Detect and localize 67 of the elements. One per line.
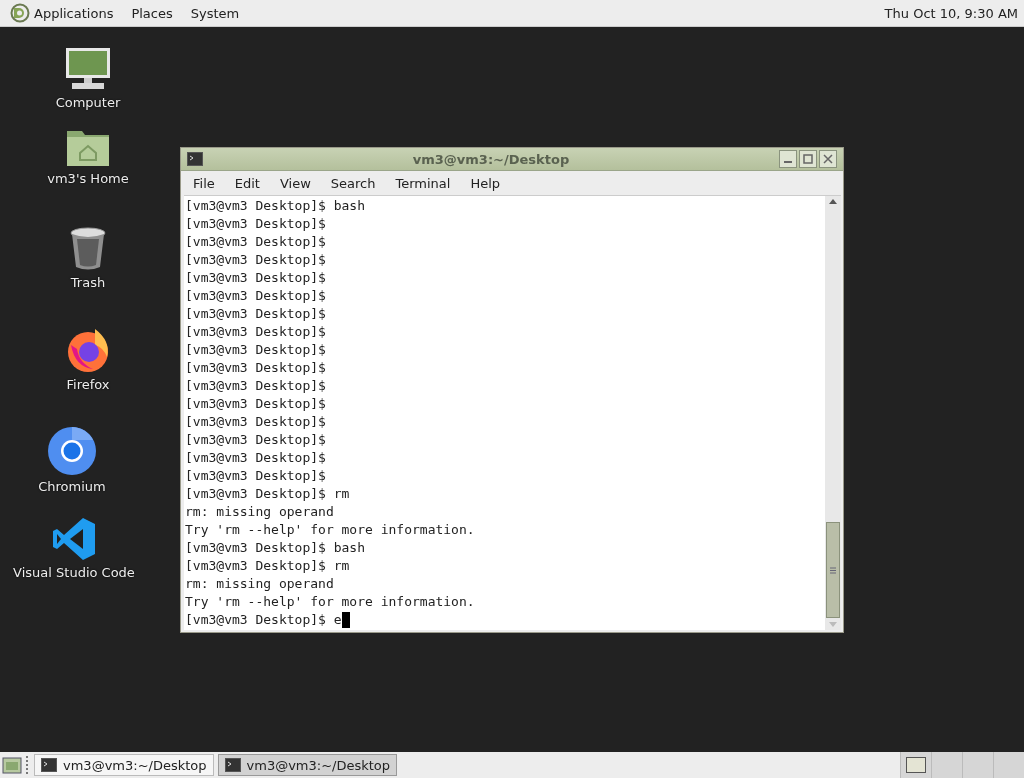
terminal-line: [vm3@vm3 Desktop]$ bash — [185, 539, 366, 557]
maximize-button[interactable] — [799, 150, 817, 168]
panel-menu[interactable]: Places — [131, 5, 173, 21]
close-icon — [823, 154, 833, 164]
close-button[interactable] — [819, 150, 837, 168]
trash-can-icon[interactable] — [69, 227, 107, 271]
terminal-line: [vm3@vm3 Desktop]$ bash — [185, 197, 366, 215]
terminal-line: [vm3@vm3 Desktop]$ — [185, 215, 327, 233]
scrollbar[interactable] — [825, 196, 841, 630]
terminal-line: [vm3@vm3 Desktop]$ — [185, 233, 327, 251]
fox-globe-icon[interactable] — [65, 327, 111, 373]
show-desktop-icon[interactable] — [2, 756, 22, 774]
menu-item[interactable]: Terminal — [395, 175, 451, 191]
menu-item[interactable]: View — [279, 175, 311, 191]
minimize-icon — [784, 161, 792, 163]
terminal-icon — [41, 758, 57, 772]
menu-item[interactable]: Edit — [234, 175, 260, 191]
scroll-thumb[interactable] — [826, 522, 840, 618]
terminal-line: rm: missing operand — [185, 575, 335, 593]
terminal-line: [vm3@vm3 Desktop]$ — [185, 431, 327, 449]
terminal-line: [vm3@vm3 Desktop]$ — [185, 413, 327, 431]
menu-item[interactable]: Search — [330, 175, 376, 191]
terminal-line: [vm3@vm3 Desktop]$ — [185, 395, 327, 413]
terminal-line: [vm3@vm3 Desktop]$ — [185, 305, 327, 323]
desktop-icon-label[interactable]: vm3's Home — [47, 171, 129, 186]
panel-menu[interactable]: Applications — [34, 5, 114, 21]
terminal-line: [vm3@vm3 Desktop]$ — [185, 359, 327, 377]
desktop-icon-label[interactable]: Visual Studio Code — [13, 565, 135, 580]
terminal-line: [vm3@vm3 Desktop]$ rm — [185, 485, 351, 503]
terminal-line: [vm3@vm3 Desktop]$ — [185, 341, 327, 359]
text-cursor — [341, 612, 350, 628]
terminal-line: [vm3@vm3 Desktop]$ rm — [185, 557, 351, 575]
terminal-line: [vm3@vm3 Desktop]$ — [185, 251, 327, 269]
menu-item[interactable]: File — [193, 175, 215, 191]
minimize-button[interactable] — [779, 150, 797, 168]
panel-menu[interactable]: System — [190, 5, 240, 21]
desktop-icon-label[interactable]: Trash — [70, 275, 106, 290]
scroll-up-icon[interactable] — [829, 199, 837, 204]
desktop-icon-label[interactable]: Chromium — [38, 479, 106, 494]
workspace-switcher[interactable] — [993, 752, 1024, 778]
command-input[interactable]: [vm3@vm3 Desktop]$ e — [185, 611, 342, 629]
terminal-line: Try 'rm --help' for more information. — [185, 593, 476, 611]
terminal-icon — [224, 758, 241, 772]
code-editor-icon[interactable] — [52, 517, 96, 561]
taskbar-button[interactable]: vm3@vm3:~/Desktop — [34, 754, 214, 776]
terminal-line: [vm3@vm3 Desktop]$ — [185, 467, 327, 485]
terminal-line: [vm3@vm3 Desktop]$ — [185, 377, 327, 395]
workspace-switcher[interactable] — [900, 752, 931, 778]
desktop-icon-label[interactable]: Computer — [55, 95, 121, 110]
chromium-icon[interactable] — [48, 427, 96, 475]
maximize-icon — [803, 154, 813, 164]
terminal-line: Try 'rm --help' for more information. — [185, 521, 476, 539]
terminal-line: [vm3@vm3 Desktop]$ — [185, 269, 327, 287]
computer-icon[interactable] — [64, 47, 112, 91]
terminal-line: rm: missing operand — [185, 503, 335, 521]
taskbar-button[interactable]: vm3@vm3:~/Desktop — [217, 754, 398, 776]
terminal-line: [vm3@vm3 Desktop]$ — [185, 449, 327, 467]
workspace-switcher[interactable] — [931, 752, 962, 778]
terminal-line: [vm3@vm3 Desktop]$ — [185, 323, 327, 341]
menu-item[interactable]: Help — [470, 175, 501, 191]
mate-logo-icon[interactable] — [10, 3, 30, 23]
clock[interactable]: Thu Oct 10, 9:30 AM — [884, 5, 1018, 21]
terminal-icon — [187, 152, 203, 166]
terminal-line: [vm3@vm3 Desktop]$ — [185, 287, 327, 305]
window-title: vm3@vm3:~/Desktop — [411, 151, 571, 167]
workspace-switcher[interactable] — [962, 752, 993, 778]
desktop-icon-label[interactable]: Firefox — [66, 377, 110, 392]
